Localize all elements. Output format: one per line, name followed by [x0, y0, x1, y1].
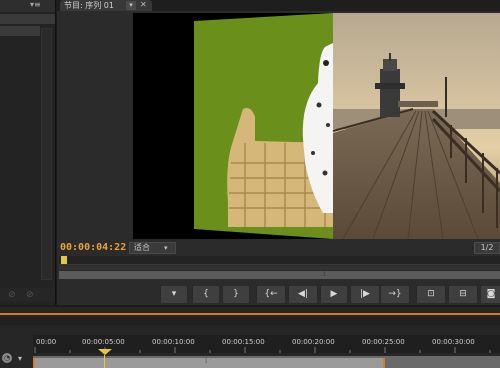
project-panel-header: ▾≡ — [0, 0, 55, 12]
snap-icon[interactable]: ◔ — [2, 353, 12, 363]
mark-in-button[interactable]: { — [192, 285, 220, 304]
mark-out-button[interactable]: } — [222, 285, 250, 304]
go-to-out-button[interactable]: →} — [380, 285, 410, 304]
chevron-down-icon[interactable]: ▾ — [126, 1, 136, 10]
work-area-selection[interactable]: ⁞ — [33, 357, 385, 368]
playhead-line — [104, 355, 105, 368]
panel-menu-icon[interactable]: ▾≡ — [30, 0, 41, 9]
new-item-icon[interactable]: ⊘ — [8, 290, 16, 300]
close-icon[interactable]: ✕ — [140, 0, 147, 9]
video-preview — [133, 13, 500, 239]
go-to-in-button[interactable]: {← — [256, 285, 286, 304]
ruler-label: 00:00:30:00 — [432, 338, 475, 346]
step-back-button[interactable]: ◀| — [288, 285, 318, 304]
export-frame-button[interactable]: ◙ — [480, 285, 500, 304]
scroll-grip-icon: ⁞ — [323, 269, 326, 278]
ruler-label: 00:00:05:00 — [82, 338, 125, 346]
tab-program-monitor[interactable]: 节目: 序列 01 — [60, 0, 152, 11]
monitor-time-ruler[interactable] — [59, 256, 500, 265]
resolution-label: 1/2 — [480, 243, 494, 252]
monitor-zoom-scrollbar[interactable]: ⁞ — [59, 269, 500, 279]
timeline-header — [0, 317, 500, 325]
preview-frame-image — [194, 13, 500, 239]
ruler-label: 00:00:25:00 — [362, 338, 405, 346]
ruler-label: 00:00:20:00 — [292, 338, 335, 346]
play-button[interactable]: ▶ — [320, 285, 348, 304]
tab-title: 节目: 序列 01 — [64, 1, 114, 10]
current-timecode[interactable]: 00:00:04:22 — [60, 242, 126, 253]
delete-icon[interactable]: ⊘ — [26, 290, 34, 300]
resolution-dropdown[interactable]: 1/2 — [474, 242, 500, 254]
ruler-label: 00:00:15:00 — [222, 338, 265, 346]
scroll-grip-icon: ⁞ — [205, 357, 208, 365]
timeline-playhead[interactable] — [98, 349, 112, 363]
monitor-track-bar — [59, 266, 500, 270]
playhead-marker-icon[interactable] — [61, 256, 67, 264]
ruler-label: 00:00:10:00 — [152, 338, 195, 346]
project-scrollbar[interactable] — [41, 28, 52, 280]
project-panel-toolbar — [0, 14, 55, 24]
timeline-active-border — [0, 313, 500, 315]
add-marker-icon[interactable]: ▾ — [18, 354, 22, 363]
project-list-header — [0, 26, 40, 36]
ruler-label: 00:00 — [36, 338, 57, 346]
step-forward-button[interactable]: |▶ — [350, 285, 380, 304]
lift-button[interactable]: ⊡ — [416, 285, 446, 304]
chevron-down-icon: ▾ — [164, 244, 168, 252]
fit-dropdown[interactable]: 适合 ▾ — [129, 242, 176, 254]
marker-button[interactable]: ▾ — [160, 285, 188, 304]
extract-button[interactable]: ⊟ — [448, 285, 478, 304]
fit-label: 适合 — [134, 243, 150, 252]
project-panel-footer: ⊘ ⊘ — [0, 288, 55, 302]
